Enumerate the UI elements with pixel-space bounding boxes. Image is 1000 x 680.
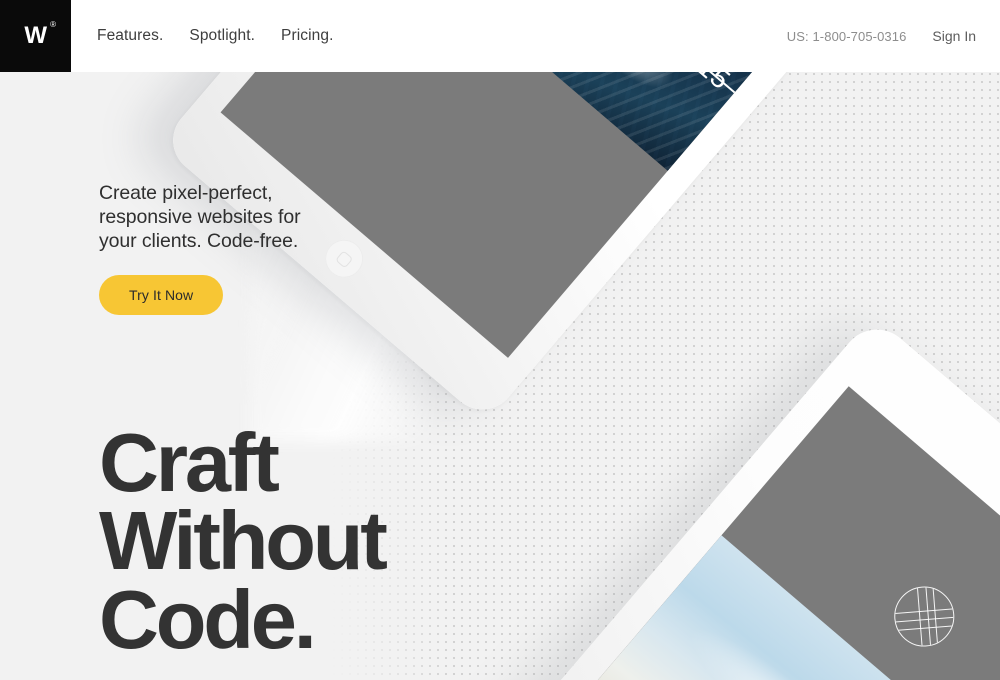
registered-trademark-icon: ® bbox=[50, 20, 56, 29]
hero-tagline: Create pixel-perfect, responsive website… bbox=[99, 182, 301, 252]
sign-in-link[interactable]: Sign In bbox=[932, 28, 976, 44]
nav-features[interactable]: Features. bbox=[97, 27, 163, 45]
landing-page: · ICELAND ICELAND 2015 W® bbox=[0, 0, 1000, 680]
main-navigation: Features. Spotlight. Pricing. bbox=[97, 27, 334, 45]
logo-button[interactable]: W ® bbox=[0, 0, 71, 72]
headline-line-1: Craft bbox=[99, 416, 280, 509]
site-header: W ® Features. Spotlight. Pricing. US: 1-8… bbox=[0, 0, 1000, 72]
phone-number: US: 1-800-705-0316 bbox=[786, 28, 907, 44]
headline-line-2: Without bbox=[99, 494, 388, 588]
hero-copy: Create pixel-perfect, responsive website… bbox=[99, 182, 329, 316]
headline-line-3: Code. bbox=[99, 572, 317, 666]
nav-spotlight[interactable]: Spotlight. bbox=[189, 27, 255, 45]
circular-monogram-icon bbox=[881, 574, 967, 659]
try-it-now-button[interactable]: Try It Now bbox=[99, 275, 224, 316]
page-headline: Craft Without Code. bbox=[99, 416, 388, 666]
nav-pricing[interactable]: Pricing. bbox=[281, 27, 333, 45]
header-right-group: US: 1-800-705-0316 Sign In bbox=[787, 28, 1000, 44]
logo-mark: W ® bbox=[24, 20, 56, 49]
